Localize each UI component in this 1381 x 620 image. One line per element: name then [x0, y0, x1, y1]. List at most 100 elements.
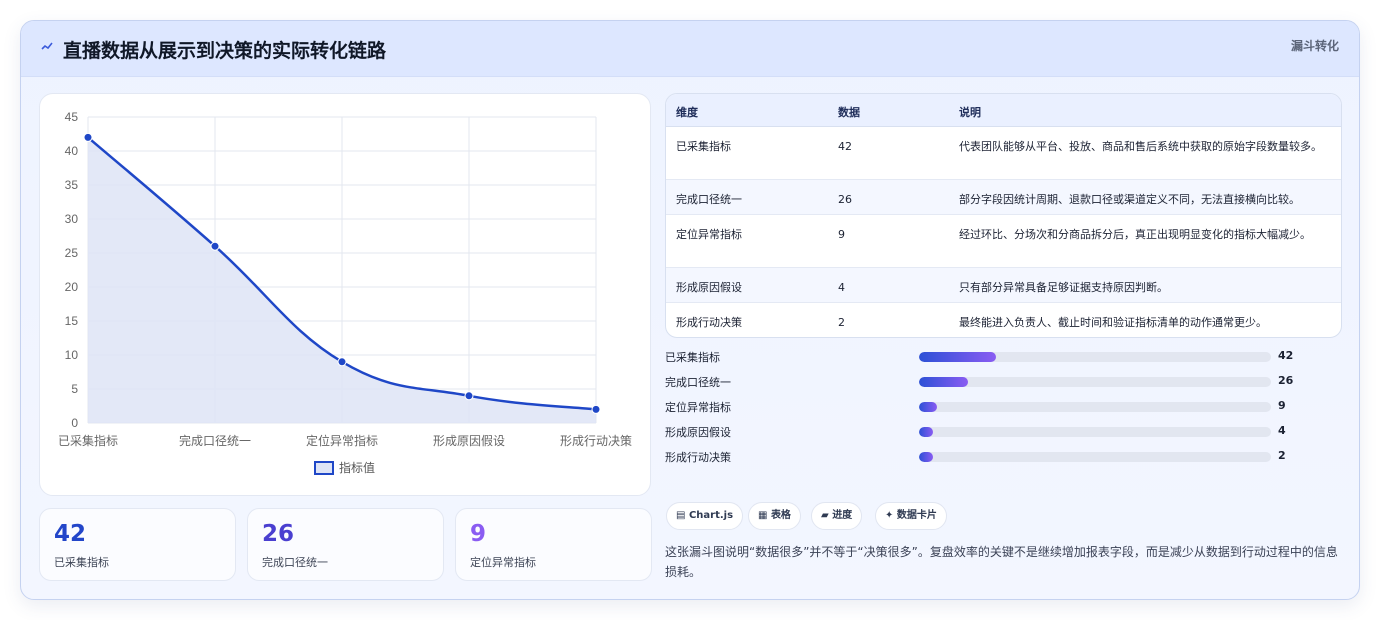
table-cell-value: 9: [838, 228, 845, 241]
stat-card-unified: 26 完成口径统一: [247, 508, 444, 581]
data-point: [591, 404, 601, 414]
progress-value: 2: [1278, 449, 1286, 462]
x-tick-label: 定位异常指标: [306, 433, 378, 448]
y-tick-label: 5: [71, 382, 78, 396]
column-header-value: 数据: [838, 106, 860, 119]
table-row: 完成口径统一 26 部分字段因统计周期、退款口径或渠道定义不同，无法直接横向比较…: [666, 180, 1341, 215]
page-title: 直播数据从展示到决策的实际转化链路: [63, 40, 387, 62]
progress-value: 9: [1278, 399, 1286, 412]
legend-swatch: [314, 461, 334, 475]
progress-value: 26: [1278, 374, 1294, 387]
x-tick-label: 已采集指标: [58, 433, 118, 448]
x-tick-label: 完成口径统一: [179, 433, 251, 448]
progress-row: 定位异常指标 9: [665, 398, 1342, 418]
progress-label: 定位异常指标: [665, 401, 731, 414]
legend-label: 指标值: [339, 460, 375, 475]
progress-track: [919, 427, 1271, 437]
x-tick-label: 形成行动决策: [560, 434, 632, 448]
stat-label: 定位异常指标: [470, 556, 536, 569]
table-row: 定位异常指标 9 经过环比、分场次和分商品拆分后，真正出现明显变化的指标大幅减少…: [666, 215, 1341, 268]
chip-chartjs[interactable]: ▤ Chart.js: [666, 502, 744, 530]
chip-progress[interactable]: ▰ 进度: [811, 502, 863, 530]
stat-value: 42: [54, 521, 87, 547]
table-cell-dimension: 定位异常指标: [676, 228, 742, 241]
y-tick-label: 40: [65, 144, 79, 158]
data-point: [464, 391, 474, 401]
y-tick-label: 45: [65, 110, 79, 124]
y-tick-label: 35: [65, 178, 79, 192]
y-tick-label: 20: [65, 280, 79, 294]
table-cell-description: 代表团队能够从平台、投放、商品和售后系统中获取的原始字段数量较多。: [959, 140, 1322, 153]
chart-svg: 0 5 10 15 20 25 30 35 40 45 已采集指标 完成口径统一 定位异常指标 形成原因假…: [58, 110, 632, 475]
x-tick-label: 形成原因假设: [433, 434, 505, 448]
table-icon: ▦: [758, 510, 768, 521]
table-cell-value: 2: [838, 316, 845, 329]
progress-icon: ▰: [821, 510, 829, 521]
summary-note: 这张漏斗图说明“数据很多”并不等于“决策很多”。复盘效率的关键不是继续增加报表字…: [665, 545, 1338, 579]
progress-fill: [919, 427, 934, 437]
table-cell-description: 只有部分异常具备足够证据支持原因判断。: [959, 281, 1168, 294]
progress-fill: [919, 377, 969, 387]
stat-label: 完成口径统一: [262, 556, 328, 569]
progress-value: 42: [1278, 349, 1294, 362]
stat-label: 已采集指标: [54, 556, 109, 569]
table-cell-dimension: 完成口径统一: [676, 193, 742, 206]
data-point: [210, 241, 220, 251]
y-tick-label: 10: [65, 348, 79, 362]
progress-label: 完成口径统一: [665, 376, 731, 389]
stat-card-collected: 42 已采集指标: [39, 508, 236, 581]
sparkline-icon: [41, 40, 57, 56]
table-cell-dimension: 已采集指标: [676, 140, 731, 153]
column-header-dimension: 维度: [676, 106, 698, 119]
stat-card-anomaly: 9 定位异常指标: [455, 508, 652, 581]
y-tick-label: 30: [65, 212, 79, 226]
chip-label: 数据卡片: [896, 510, 937, 521]
funnel-card: 直播数据从展示到决策的实际转化链路 漏斗转化 0 5 10 15 20 25 30 35 40 4…: [20, 20, 1360, 600]
progress-value: 4: [1278, 424, 1286, 437]
y-tick-label: 0: [71, 416, 78, 430]
progress-label: 形成行动决策: [665, 451, 731, 464]
table-row: 形成原因假设 4 只有部分异常具备足够证据支持原因判断。: [666, 268, 1341, 303]
progress-fill: [919, 352, 997, 362]
chip-data-card[interactable]: ✦ 数据卡片: [875, 502, 947, 530]
table-row: 形成行动决策 2 最终能进入负责人、截止时间和验证指标清单的动作通常更少。: [666, 303, 1341, 337]
stat-value: 26: [262, 521, 295, 547]
y-tick-label: 15: [65, 314, 79, 328]
chip-label: 进度: [832, 510, 853, 521]
sparkle-icon: ✦: [885, 510, 894, 521]
progress-row: 已采集指标 42: [665, 348, 1342, 368]
progress-track: [919, 452, 1271, 462]
progress-label: 已采集指标: [665, 351, 720, 364]
chart-icon: ▤: [676, 510, 686, 521]
table-cell-description: 部分字段因统计周期、退款口径或渠道定义不同，无法直接横向比较。: [959, 193, 1300, 206]
progress-track: [919, 377, 1271, 387]
section-tag: 漏斗转化: [1290, 39, 1339, 53]
card-header: 直播数据从展示到决策的实际转化链路 漏斗转化: [21, 21, 1359, 77]
progress-row: 形成原因假设 4: [665, 423, 1342, 443]
line-chart: 0 5 10 15 20 25 30 35 40 45 已采集指标 完成口径统一 定位异常指标 形成原因假…: [39, 93, 651, 496]
table-cell-value: 42: [838, 140, 852, 153]
chip-table[interactable]: ▦ 表格: [748, 502, 801, 530]
data-point: [83, 132, 93, 142]
progress-list: 已采集指标 42 完成口径统一 26 定位异常指标 9 形成原因假设 4 形成行…: [665, 348, 1342, 478]
progress-row: 完成口径统一 26: [665, 373, 1342, 393]
progress-row: 形成行动决策 2: [665, 448, 1342, 468]
table-cell-dimension: 形成行动决策: [676, 316, 742, 329]
table-cell-description: 经过环比、分场次和分商品拆分后，真正出现明显变化的指标大幅减少。: [959, 228, 1311, 241]
table-cell-value: 4: [838, 281, 845, 294]
progress-track: [919, 402, 1271, 412]
progress-label: 形成原因假设: [665, 426, 731, 439]
table-cell-value: 26: [838, 193, 852, 206]
table-cell-description: 最终能进入负责人、截止时间和验证指标清单的动作通常更少。: [959, 316, 1267, 329]
chip-label: 表格: [770, 510, 791, 521]
stat-value: 9: [470, 521, 487, 547]
data-point: [337, 357, 347, 367]
progress-fill: [919, 452, 934, 462]
chip-label: Chart.js: [688, 510, 734, 521]
table-row: 已采集指标 42 代表团队能够从平台、投放、商品和售后系统中获取的原始字段数量较…: [666, 127, 1341, 180]
table-cell-dimension: 形成原因假设: [676, 281, 742, 294]
progress-fill: [919, 402, 937, 412]
column-header-description: 说明: [959, 106, 981, 119]
y-tick-label: 25: [65, 246, 79, 260]
data-table: 维度 数据 说明 已采集指标 42 代表团队能够从平台、投放、商品和售后系统中获…: [665, 93, 1342, 338]
